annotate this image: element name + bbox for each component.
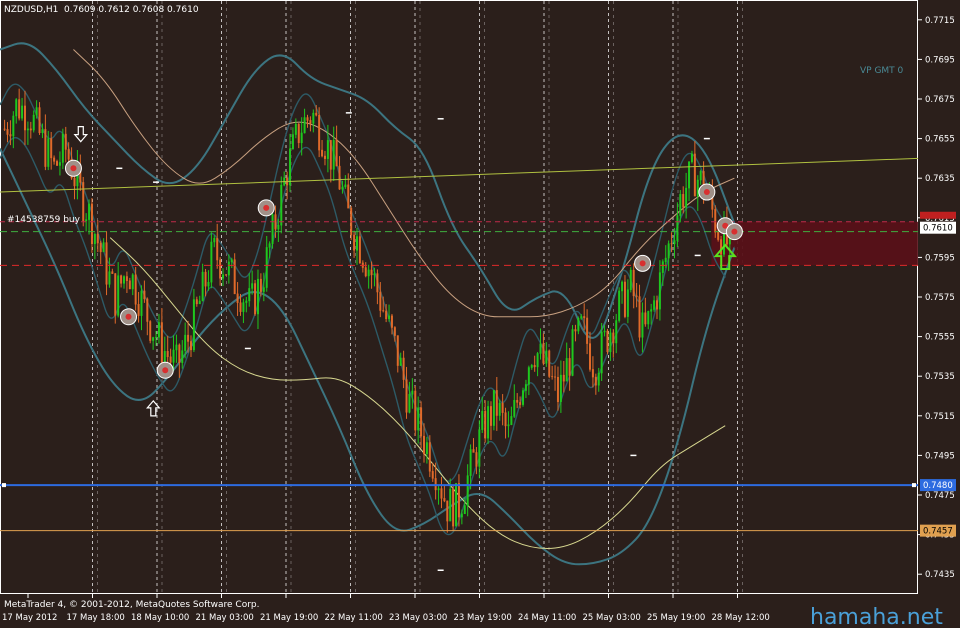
stop-zone-rect: [711, 221, 918, 266]
signal-marker-core: [731, 228, 738, 235]
signal-marker-core: [125, 313, 132, 320]
time-tick-label: 23 May 03:00: [389, 613, 447, 623]
price-tick-label: 0.7475: [925, 491, 955, 501]
watermark: hamaha.net: [810, 605, 943, 628]
price-tick-label: 0.7435: [925, 570, 955, 580]
price-tick-label: 0.7695: [925, 55, 955, 65]
signal-marker-core: [703, 189, 710, 196]
time-tick-label: 18 May 10:00: [131, 613, 189, 623]
price-tick-label: 0.7715: [925, 16, 955, 26]
price-tick-label: 0.7515: [925, 412, 955, 422]
time-tick-label: 17 May 2012: [2, 613, 57, 623]
time-tick-label: 24 May 11:00: [518, 613, 576, 623]
stop-zone: [711, 221, 918, 266]
time-tick-label: 21 May 19:00: [260, 613, 318, 623]
price-tick-label: 0.7575: [925, 293, 955, 303]
time-tick-label: 21 May 03:00: [196, 613, 254, 623]
price-tick-label: 0.7675: [925, 95, 955, 105]
price-tick-label: 0.7495: [925, 451, 955, 461]
chart-background: [0, 0, 960, 628]
price-tag-label: 0.7457: [923, 527, 953, 537]
signal-marker-core: [70, 165, 77, 172]
ohlc-readout: 0.7609 0.7612 0.7608 0.7610: [64, 5, 199, 15]
price-chart[interactable]: 0.77150.76950.76750.76550.76350.76150.75…: [0, 0, 960, 628]
copyright-footer: MetaTrader 4, © 2001-2012, MetaQuotes So…: [4, 600, 260, 610]
price-tag-label: 0.7610: [923, 224, 953, 234]
indicator-label: VP GMT 0: [860, 66, 904, 76]
price-tick-label: 0.7535: [925, 372, 955, 382]
signal-marker-core: [639, 260, 646, 267]
price-tick-label: 0.7635: [925, 174, 955, 184]
signal-marker-core: [162, 367, 169, 374]
stop-price-tag: [920, 211, 956, 219]
time-tick-label: 28 May 12:00: [712, 613, 770, 623]
symbol-title: NZDUSD,H1: [4, 5, 58, 15]
time-tick-label: 22 May 11:00: [325, 613, 383, 623]
price-tick-label: 0.7655: [925, 135, 955, 145]
price-tick-label: 0.7555: [925, 333, 955, 343]
time-tick-label: 25 May 19:00: [647, 613, 705, 623]
level-anchor: [2, 483, 6, 488]
time-tick-label: 25 May 03:00: [583, 613, 641, 623]
signal-marker-core: [263, 204, 270, 211]
order-label: #14538759 buy: [7, 215, 81, 225]
time-tick-label: 17 May 18:00: [67, 613, 125, 623]
time-tick-label: 23 May 19:00: [454, 613, 512, 623]
price-tag-label: 0.7480: [923, 481, 953, 491]
level-anchor: [912, 483, 916, 488]
price-tick-label: 0.7595: [925, 253, 955, 263]
